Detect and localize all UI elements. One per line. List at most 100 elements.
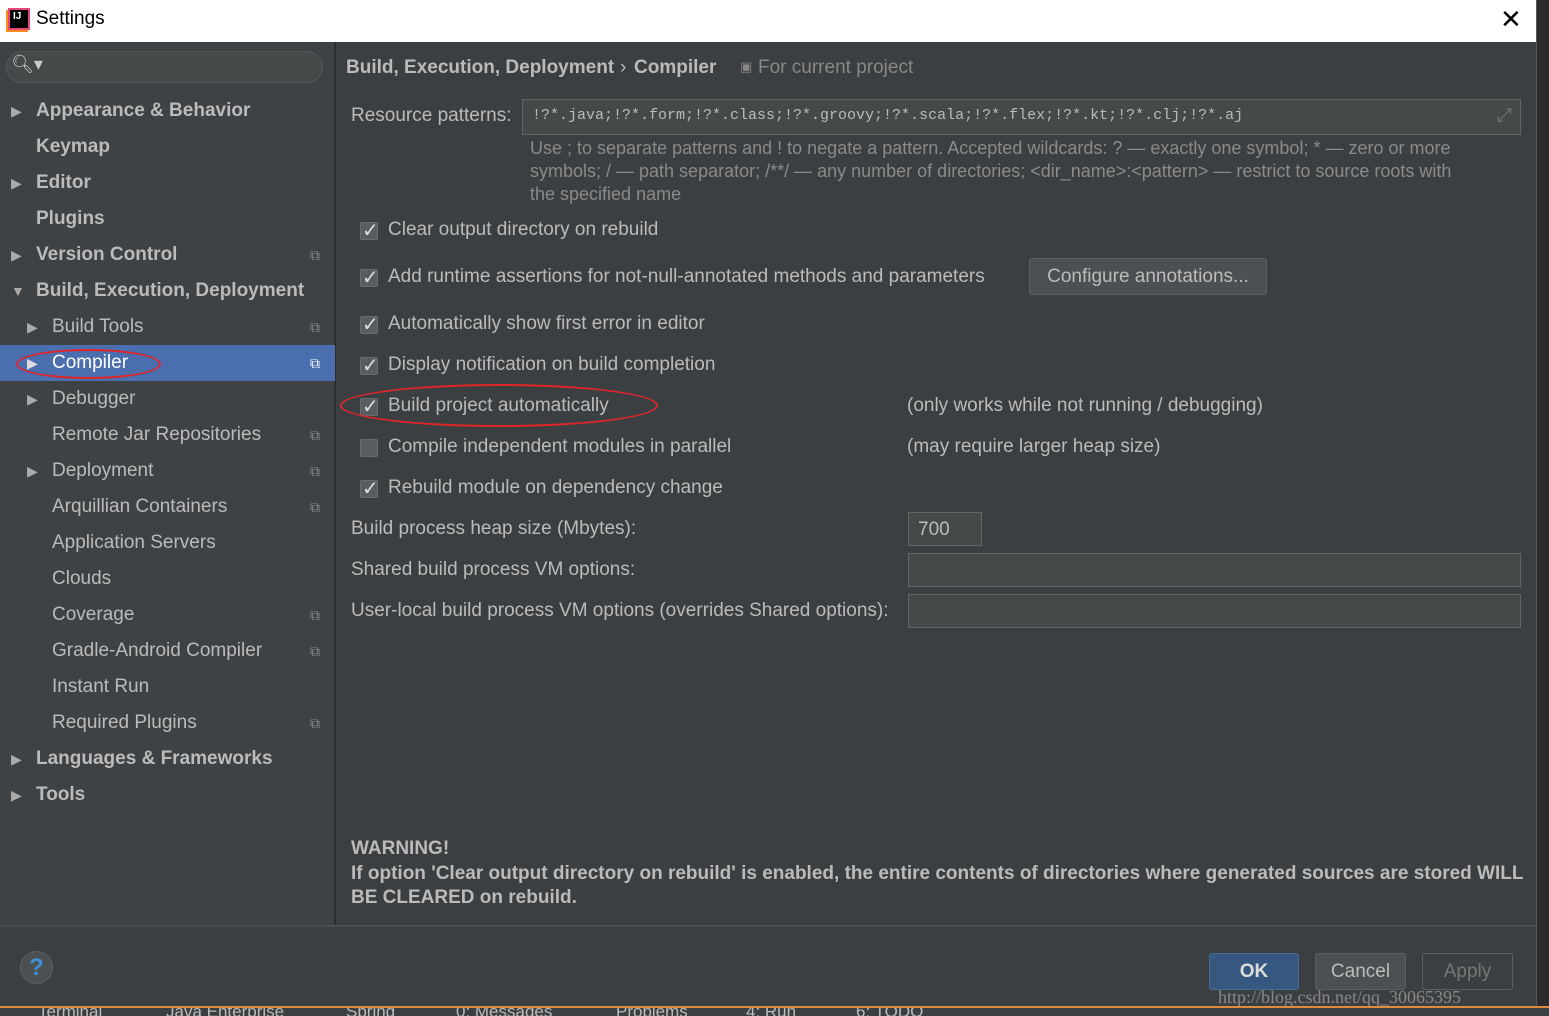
user-vm-label: User-local build process VM options (ove… <box>351 600 889 621</box>
chevron-right-icon[interactable]: ▶ <box>11 741 22 777</box>
sidebar-item[interactable]: Plugins <box>0 201 335 237</box>
chevron-right-icon[interactable]: ▶ <box>11 237 22 273</box>
project-scope-icon: ⧉ <box>310 463 320 479</box>
settings-sidebar: 🔍︎▾ ▶ Appearance & Behavior Keymap ▶ Editor P… <box>0 42 335 925</box>
sidebar-item[interactable]: ▶ Debugger <box>0 381 335 417</box>
search-icon: 🔍︎▾ <box>11 54 43 74</box>
dialog-footer: ? OK Cancel Apply http://blog.csdn.net/q… <box>0 925 1536 1007</box>
sidebar-item-label: Version Control <box>36 244 178 265</box>
project-scope-icon: ⧉ <box>310 319 320 335</box>
sidebar-item-label: Tools <box>36 784 86 805</box>
expand-icon[interactable]: ⤢ <box>1497 105 1512 127</box>
checkbox[interactable] <box>360 439 378 457</box>
sidebar-item-label: Required Plugins <box>52 712 197 733</box>
resource-patterns-input[interactable]: !?*.java;!?*.form;!?*.class;!?*.groovy;!… <box>522 99 1521 135</box>
shared-vm-label: Shared build process VM options: <box>351 559 636 580</box>
user-vm-input[interactable] <box>908 594 1521 628</box>
sidebar-item[interactable]: ▶ Appearance & Behavior <box>0 93 335 129</box>
checkbox[interactable] <box>360 312 379 337</box>
shared-vm-input[interactable] <box>908 553 1521 587</box>
resource-patterns-label: Resource patterns: <box>351 105 512 126</box>
compiler-panel: Build, Execution, Deployment › Compiler … <box>336 42 1536 925</box>
chevron-right-icon[interactable]: ▶ <box>11 165 22 201</box>
chevron-down-icon[interactable]: ▼ <box>11 273 25 309</box>
sidebar-item[interactable]: ▶ Languages & Frameworks <box>0 741 335 777</box>
sidebar-item[interactable]: Application Servers <box>0 525 335 561</box>
chevron-right-icon[interactable]: ▶ <box>27 381 38 417</box>
sidebar-item-label: Editor <box>36 172 91 193</box>
sidebar-item[interactable]: Gradle-Android Compiler ⧉ <box>0 633 335 669</box>
sidebar-item[interactable]: Required Plugins ⧉ <box>0 705 335 741</box>
warning-title: WARNING! <box>351 838 450 859</box>
breadcrumb-current: Compiler <box>634 57 717 78</box>
sidebar-item-label: Build Tools <box>52 316 144 337</box>
sidebar-item[interactable]: ▶ Tools <box>0 777 335 813</box>
tool-window-button[interactable]: 0: Messages <box>456 1008 552 1016</box>
option-label[interactable]: Rebuild module on dependency change <box>388 477 723 499</box>
cancel-button[interactable]: Cancel <box>1315 953 1406 990</box>
tool-window-button[interactable]: 6: TODO <box>856 1008 923 1016</box>
checkbox[interactable] <box>360 476 379 501</box>
warning-line-1: If option 'Clear output directory on reb… <box>351 863 1524 884</box>
search-input[interactable]: 🔍︎▾ <box>6 51 323 83</box>
chevron-right-icon[interactable]: ▶ <box>11 777 22 813</box>
option-label[interactable]: Automatically show first error in editor <box>388 313 705 335</box>
sidebar-item-label: Debugger <box>52 388 136 409</box>
sidebar-item[interactable]: Coverage ⧉ <box>0 597 335 633</box>
configure-annotations-button[interactable]: Configure annotations... <box>1029 258 1267 295</box>
resource-help-1: Use ; to separate patterns and ! to nega… <box>530 138 1451 158</box>
sidebar-item[interactable]: Keymap <box>0 129 335 165</box>
breadcrumb-separator: › <box>620 57 627 78</box>
resource-help-3: the specified name <box>530 184 682 204</box>
close-icon[interactable]: ✕ <box>1500 4 1522 35</box>
project-scope-icon: ⧉ <box>310 607 320 623</box>
ide-background <box>1536 0 1549 1006</box>
warning-line-2: BE CLEARED on rebuild. <box>351 887 577 908</box>
sidebar-item[interactable]: ▶ Version Control ⧉ <box>0 237 335 273</box>
option-label[interactable]: Add runtime assertions for not-null-anno… <box>388 266 985 288</box>
option-note: (only works while not running / debuggin… <box>907 395 1263 416</box>
checkbox[interactable] <box>360 218 379 243</box>
annotation-oval <box>340 384 658 427</box>
sidebar-item[interactable]: Instant Run <box>0 669 335 705</box>
tool-window-button[interactable]: Terminal <box>38 1008 102 1016</box>
chevron-right-icon[interactable]: ▶ <box>11 93 22 129</box>
window-title: Settings <box>36 8 105 29</box>
apply-button[interactable]: Apply <box>1422 953 1513 990</box>
checkbox[interactable] <box>360 353 379 378</box>
ok-button[interactable]: OK <box>1209 953 1299 990</box>
project-scope-icon: ⧉ <box>310 247 320 263</box>
sidebar-item-label: Languages & Frameworks <box>36 748 273 769</box>
option-note: (may require larger heap size) <box>907 436 1161 457</box>
help-button[interactable]: ? <box>20 951 53 984</box>
sidebar-item[interactable]: ▶ Deployment ⧉ <box>0 453 335 489</box>
option-label[interactable]: Compile independent modules in parallel <box>388 436 731 458</box>
project-scope-icon: ⧉ <box>310 355 320 371</box>
tool-window-button[interactable]: Spring <box>346 1008 395 1016</box>
sidebar-item-label: Remote Jar Repositories <box>52 424 262 445</box>
sidebar-item-label: Arquillian Containers <box>52 496 228 517</box>
sidebar-item-label: Appearance & Behavior <box>36 100 251 121</box>
tool-window-bar: Terminal Java Enterprise Spring 0: Messages… <box>0 1006 1549 1016</box>
tool-window-button[interactable]: 4: Run <box>746 1008 796 1016</box>
sidebar-item[interactable]: Remote Jar Repositories ⧉ <box>0 417 335 453</box>
sidebar-item-label: Clouds <box>52 568 112 589</box>
sidebar-item[interactable]: ▼ Build, Execution, Deployment <box>0 273 335 309</box>
sidebar-item[interactable]: Arquillian Containers ⧉ <box>0 489 335 525</box>
resource-help-2: symbols; / — path separator; /**/ — any … <box>530 161 1452 181</box>
watermark: http://blog.csdn.net/qq_30065395 <box>1218 987 1461 1007</box>
breadcrumb-parent[interactable]: Build, Execution, Deployment <box>346 57 614 79</box>
chevron-right-icon[interactable]: ▶ <box>27 453 38 489</box>
intellij-logo-icon: IJ <box>8 8 30 30</box>
tool-window-button[interactable]: Java Enterprise <box>166 1008 284 1016</box>
chevron-right-icon[interactable]: ▶ <box>27 309 38 345</box>
sidebar-item[interactable]: Clouds <box>0 561 335 597</box>
option-label[interactable]: Clear output directory on rebuild <box>388 219 658 241</box>
option-label[interactable]: Display notification on build completion <box>388 354 715 376</box>
checkbox[interactable] <box>360 265 379 290</box>
sidebar-item-label: Application Servers <box>52 532 216 553</box>
tool-window-button[interactable]: Problems <box>616 1008 688 1016</box>
heap-size-input[interactable]: 700 <box>908 512 982 546</box>
sidebar-item[interactable]: ▶ Editor <box>0 165 335 201</box>
sidebar-item[interactable]: ▶ Build Tools ⧉ <box>0 309 335 345</box>
